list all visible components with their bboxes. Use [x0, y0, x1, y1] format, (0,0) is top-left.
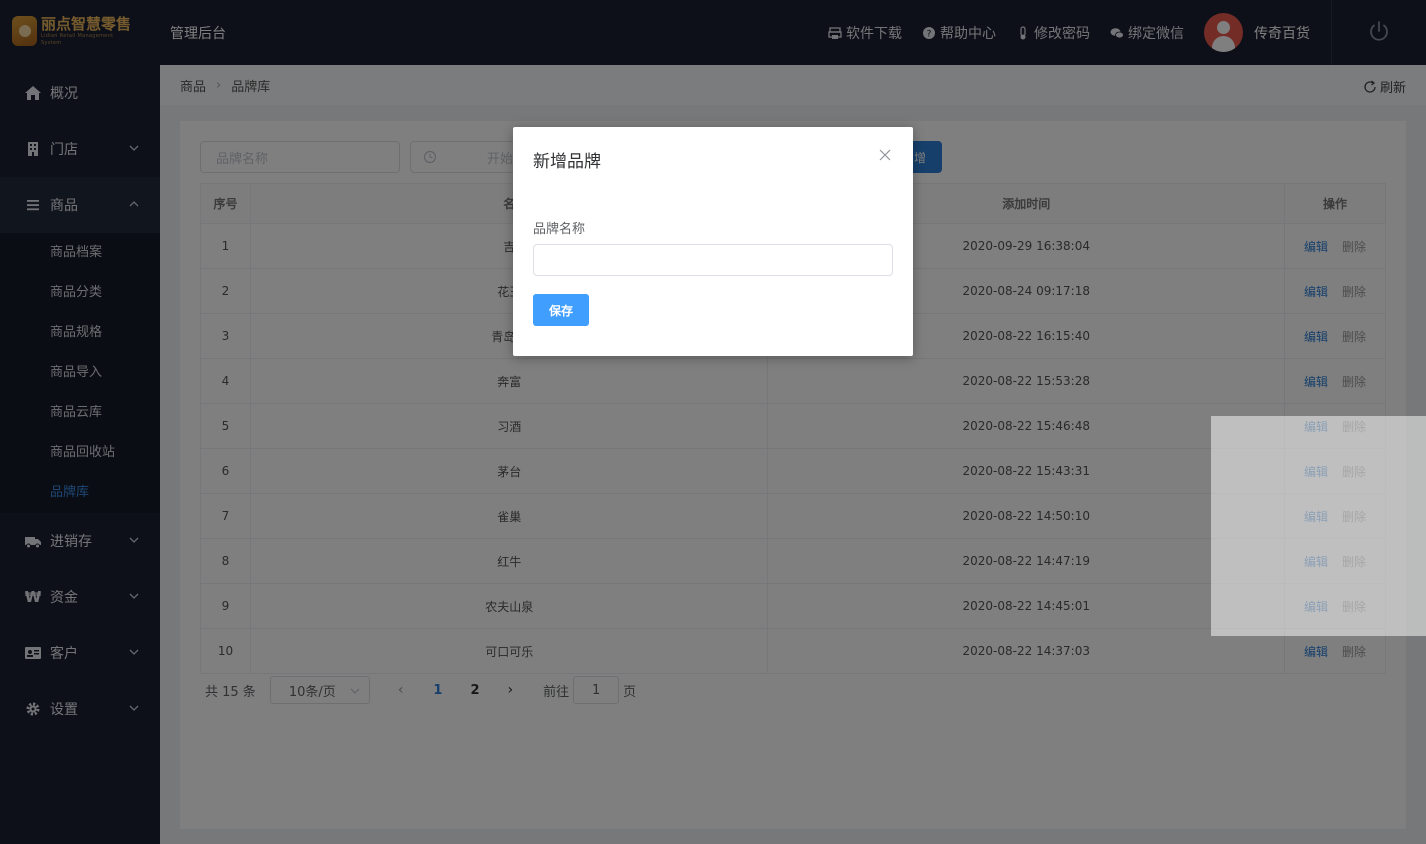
close-icon[interactable] — [879, 149, 891, 161]
add-brand-dialog: 新增品牌 品牌名称 保存 — [513, 127, 913, 356]
brand-name-label: 品牌名称 — [533, 222, 586, 237]
dialog-brand-name-input[interactable] — [533, 244, 893, 276]
overlay-highlight — [1211, 416, 1426, 636]
dialog-title: 新增品牌 — [533, 152, 601, 172]
save-button[interactable]: 保存 — [533, 294, 589, 326]
